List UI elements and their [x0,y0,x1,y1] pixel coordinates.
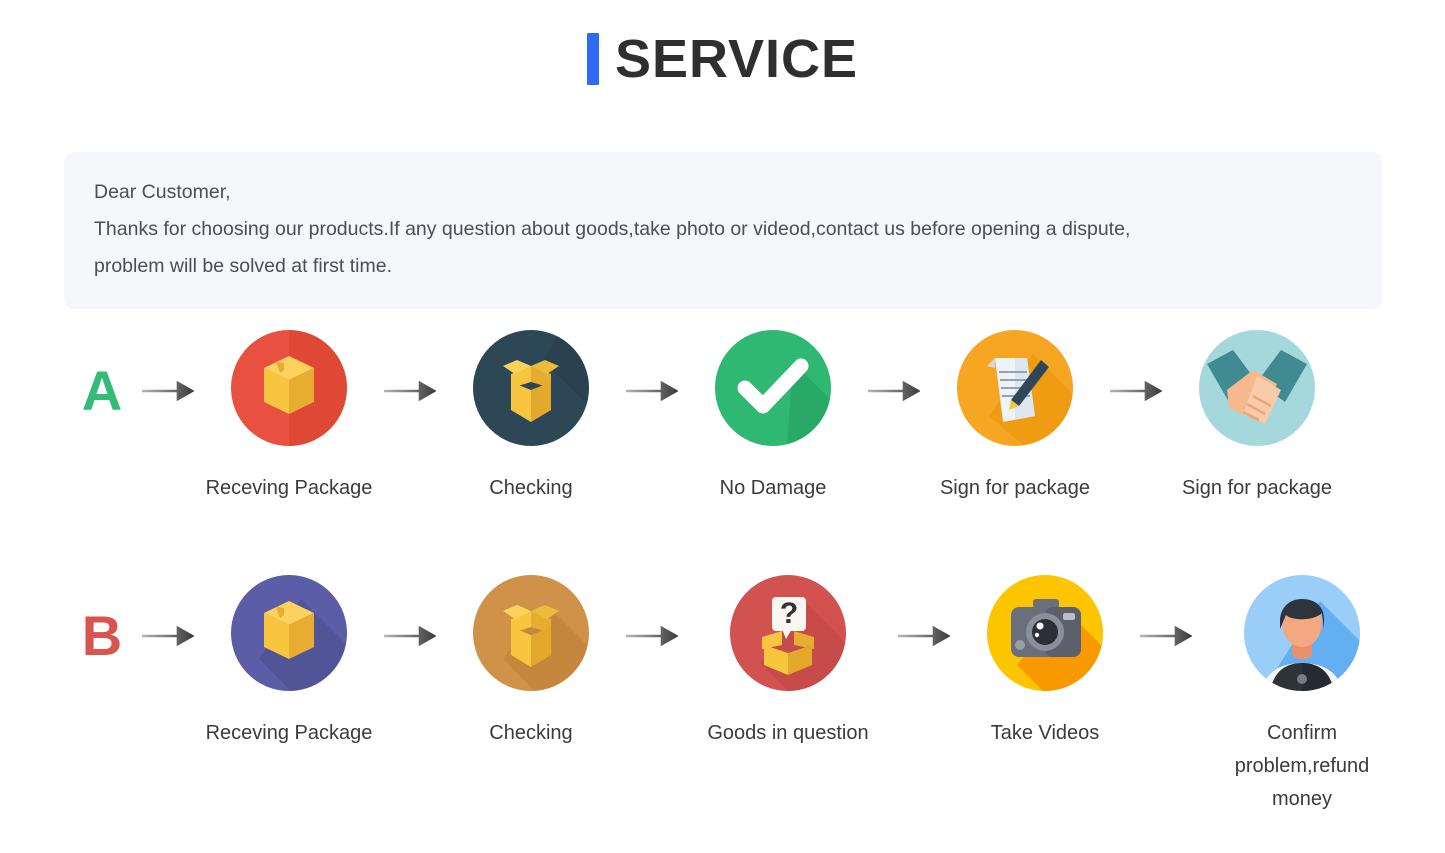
step-checking-b: Checking [446,575,616,750]
step-label: Receving Package [205,477,373,499]
step-label: Confirm problem,refund money [1234,722,1370,810]
right-arrow-icon [374,330,446,452]
camera-icon [987,575,1103,691]
question-box-icon: ? [730,575,846,691]
right-arrow-icon [858,330,930,452]
step-take-videos: Take Videos [960,575,1130,750]
step-checking-a: Checking [446,330,616,505]
right-arrow-icon [616,575,688,697]
notice-line-1: Dear Customer, [94,181,231,203]
step-confirm-refund: Confirm problem,refund money [1202,575,1402,816]
right-arrow-icon [1100,330,1172,452]
open-box-icon [473,575,589,691]
svg-text:?: ? [780,597,798,630]
notice-line-3: problem will be solved at first time. [94,255,393,277]
flow-row-a: A Receving Package Checking No Damage Si… [0,330,1445,505]
step-label: Checking [489,722,573,744]
title-accent-bar [586,33,599,85]
step-label: Sign for package [939,477,1091,499]
person-avatar-icon [1244,575,1360,691]
right-arrow-icon [1130,575,1202,697]
step-label: Sign for package [1181,477,1333,499]
package-box-icon [231,330,347,446]
step-label: Goods in question [707,722,869,744]
right-arrow-icon [132,575,204,697]
right-arrow-icon [888,575,960,697]
step-sign-for-package-handshake: Sign for package [1172,330,1342,505]
flow-letter-a: A [81,359,123,422]
open-box-icon [473,330,589,446]
step-no-damage: No Damage [688,330,858,505]
step-label: Checking [489,477,573,499]
step-label: No Damage [719,477,827,499]
document-pen-icon [957,330,1073,446]
notice-line-2: Thanks for choosing our products.If any … [94,218,1131,240]
customer-notice-box: Dear Customer, Thanks for choosing our p… [64,152,1382,309]
handshake-icon [1199,330,1315,446]
page-title: SERVICE [0,0,1445,86]
right-arrow-icon [616,330,688,452]
service-page: SERVICE Dear Customer, Thanks for choosi… [0,0,1445,853]
step-receiving-package-a: Receving Package [204,330,374,505]
check-mark-icon [715,330,831,446]
step-receiving-package-b: Receving Package [204,575,374,750]
step-label: Receving Package [205,722,373,744]
step-label: Take Videos [990,722,1100,744]
package-box-icon [231,575,347,691]
step-sign-for-package-doc: Sign for package [930,330,1100,505]
page-title-text: SERVICE [614,29,859,89]
flow-row-b: B Receving Package Checking ? Goods in q… [0,575,1445,816]
right-arrow-icon [132,330,204,452]
step-goods-in-question: ? Goods in question [688,575,888,750]
flow-letter-b: B [81,604,123,667]
right-arrow-icon [374,575,446,697]
